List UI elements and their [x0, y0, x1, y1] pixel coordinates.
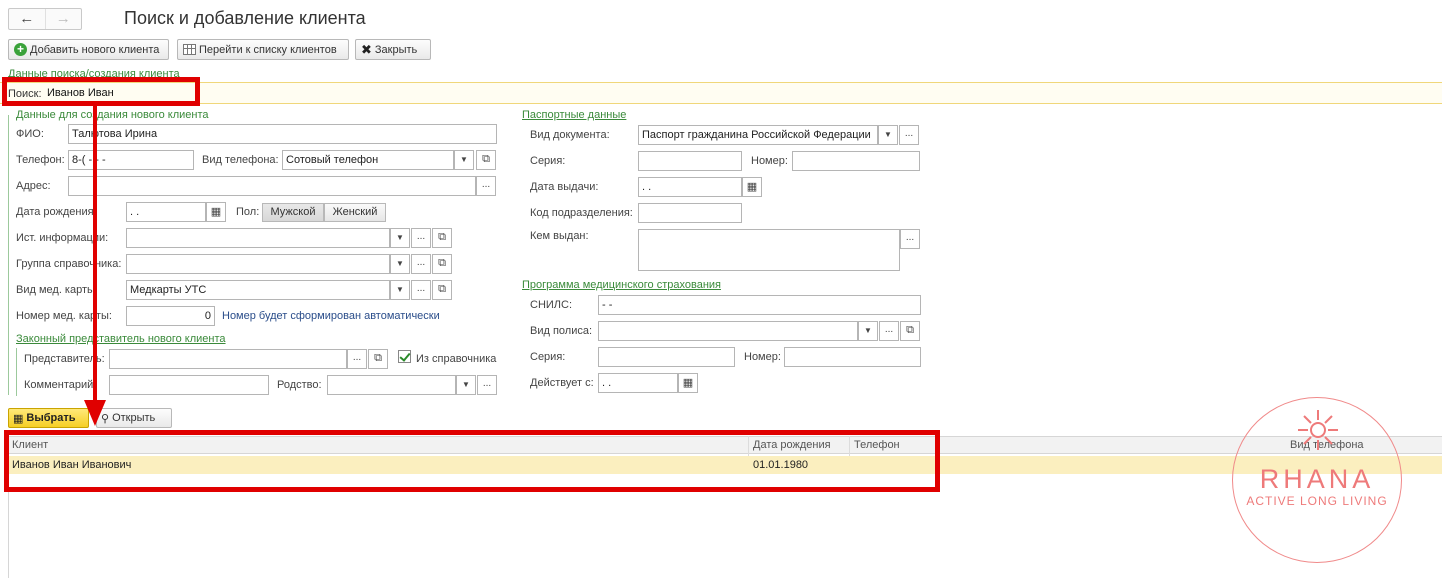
close-label: Закрыть [374, 43, 418, 56]
back-arrow-icon[interactable]: ← [9, 9, 46, 29]
legal-rep-bar [16, 348, 17, 396]
policy-number-label: Номер: [744, 351, 781, 363]
ellipsis-icon[interactable]: ... [411, 280, 431, 300]
card-number-note: Номер будет сформирован автоматически [222, 310, 440, 322]
logo-brand: RHANA [1259, 464, 1375, 494]
source-select[interactable] [126, 228, 390, 248]
open-icon[interactable]: ⧉ [432, 280, 452, 300]
nav-buttons: ← → [8, 8, 82, 30]
gender-label: Пол: [236, 206, 260, 218]
open-icon[interactable]: ⧉ [900, 321, 920, 341]
relation-select[interactable] [327, 375, 456, 395]
search-input[interactable]: Иванов Иван [44, 84, 1442, 103]
select-button[interactable]: ▦ Выбрать [8, 408, 89, 428]
phone-label: Телефон: [16, 154, 65, 166]
snils-label: СНИЛС: [530, 299, 573, 311]
chevron-down-icon[interactable]: ▼ [390, 254, 410, 274]
chevron-down-icon[interactable]: ▼ [456, 375, 476, 395]
dept-code-label: Код подразделения: [530, 207, 633, 219]
group-select[interactable] [126, 254, 390, 274]
select-icon: ▦ [13, 412, 24, 425]
open-icon[interactable]: ⧉ [476, 150, 496, 170]
passport-number-input[interactable] [792, 151, 920, 171]
results-highlight-box [4, 430, 940, 492]
policy-number-input[interactable] [784, 347, 921, 367]
relation-label: Родство: [277, 379, 322, 391]
ellipsis-icon[interactable]: ... [411, 254, 431, 274]
open-icon[interactable]: ⧉ [432, 254, 452, 274]
ellipsis-icon[interactable]: ... [899, 125, 919, 145]
select-label: Выбрать [26, 412, 76, 424]
new-client-section-title: Данные для создания нового клиента [16, 109, 209, 121]
passport-number-label: Номер: [751, 155, 788, 167]
calendar-icon[interactable]: ▦ [742, 177, 762, 197]
ellipsis-icon[interactable]: ... [411, 228, 431, 248]
dept-code-input[interactable] [638, 203, 742, 223]
fio-input[interactable]: Талютова Ирина [68, 124, 497, 144]
phone-type-select[interactable]: Сотовый телефон [282, 150, 454, 170]
goto-list-label: Перейти к списку клиентов [199, 43, 337, 56]
open-label: Открыть [112, 412, 156, 424]
address-input[interactable] [68, 176, 476, 196]
policy-series-input[interactable] [598, 347, 735, 367]
doc-type-select[interactable]: Паспорт гражданина Российской Федерации [638, 125, 878, 145]
policy-type-label: Вид полиса: [530, 325, 593, 337]
snils-input[interactable]: - - [598, 295, 921, 315]
birth-date-input[interactable]: . . [126, 202, 206, 222]
passport-series-input[interactable] [638, 151, 742, 171]
chevron-down-icon[interactable]: ▼ [390, 228, 410, 248]
goto-client-list-button[interactable]: Перейти к списку клиентов [177, 39, 349, 60]
page-title: Поиск и добавление клиента [124, 8, 366, 28]
calendar-icon[interactable]: ▦ [678, 373, 698, 393]
close-icon: ✖ [361, 41, 372, 57]
issue-date-input[interactable]: . . [638, 177, 742, 197]
from-reference-checkbox[interactable] [398, 350, 411, 363]
doc-type-label: Вид документа: [530, 129, 610, 141]
chevron-down-icon[interactable]: ▼ [878, 125, 898, 145]
open-icon[interactable]: ⧉ [368, 349, 388, 369]
logo-emblem-icon [1298, 410, 1338, 450]
passport-series-label: Серия: [530, 155, 566, 167]
issue-date-label: Дата выдачи: [530, 181, 599, 193]
issued-by-textarea[interactable] [638, 229, 900, 271]
policy-type-select[interactable] [598, 321, 858, 341]
ellipsis-icon[interactable]: ... [476, 176, 496, 196]
ellipsis-icon[interactable]: ... [477, 375, 497, 395]
chevron-down-icon[interactable]: ▼ [454, 150, 474, 170]
address-label: Адрес: [16, 180, 51, 192]
calendar-icon[interactable]: ▦ [206, 202, 226, 222]
gender-female-button[interactable]: Женский [324, 203, 386, 222]
logo-tagline: ACTIVE LONG LIVING [1246, 494, 1388, 508]
chevron-down-icon[interactable]: ▼ [858, 321, 878, 341]
insurance-section-title: Программа медицинского страхования [522, 279, 721, 291]
add-client-label: Добавить нового клиента [30, 43, 160, 56]
representative-input[interactable] [109, 349, 347, 369]
forward-arrow-icon[interactable]: → [46, 9, 82, 29]
rhana-logo: RHANA ACTIVE LONG LIVING [1232, 397, 1402, 563]
legal-rep-section-title: Законный представитель нового клиента [16, 333, 226, 345]
ellipsis-icon[interactable]: ... [900, 229, 920, 249]
from-reference-label: Из справочника [416, 353, 497, 365]
comment-input[interactable] [109, 375, 269, 395]
policy-series-label: Серия: [530, 351, 566, 363]
valid-from-label: Действует с: [530, 377, 594, 389]
table-icon [183, 44, 196, 55]
ellipsis-icon[interactable]: ... [347, 349, 367, 369]
section-bar [8, 115, 9, 395]
plus-icon: + [14, 43, 27, 56]
passport-section-title: Паспортные данные [522, 109, 627, 121]
open-icon[interactable]: ⧉ [432, 228, 452, 248]
card-type-select[interactable]: Медкарты УТС [126, 280, 390, 300]
add-client-button[interactable]: + Добавить нового клиента [8, 39, 169, 60]
fio-label: ФИО: [16, 128, 44, 140]
close-button[interactable]: ✖ Закрыть [355, 39, 431, 60]
phone-type-label: Вид телефона: [202, 154, 279, 166]
card-number-input[interactable]: 0 [126, 306, 215, 326]
valid-from-input[interactable]: . . [598, 373, 678, 393]
gender-male-button[interactable]: Мужской [262, 203, 324, 222]
issued-by-label: Кем выдан: [530, 230, 589, 242]
annotation-arrow-icon [84, 104, 106, 426]
ellipsis-icon[interactable]: ... [879, 321, 899, 341]
chevron-down-icon[interactable]: ▼ [390, 280, 410, 300]
